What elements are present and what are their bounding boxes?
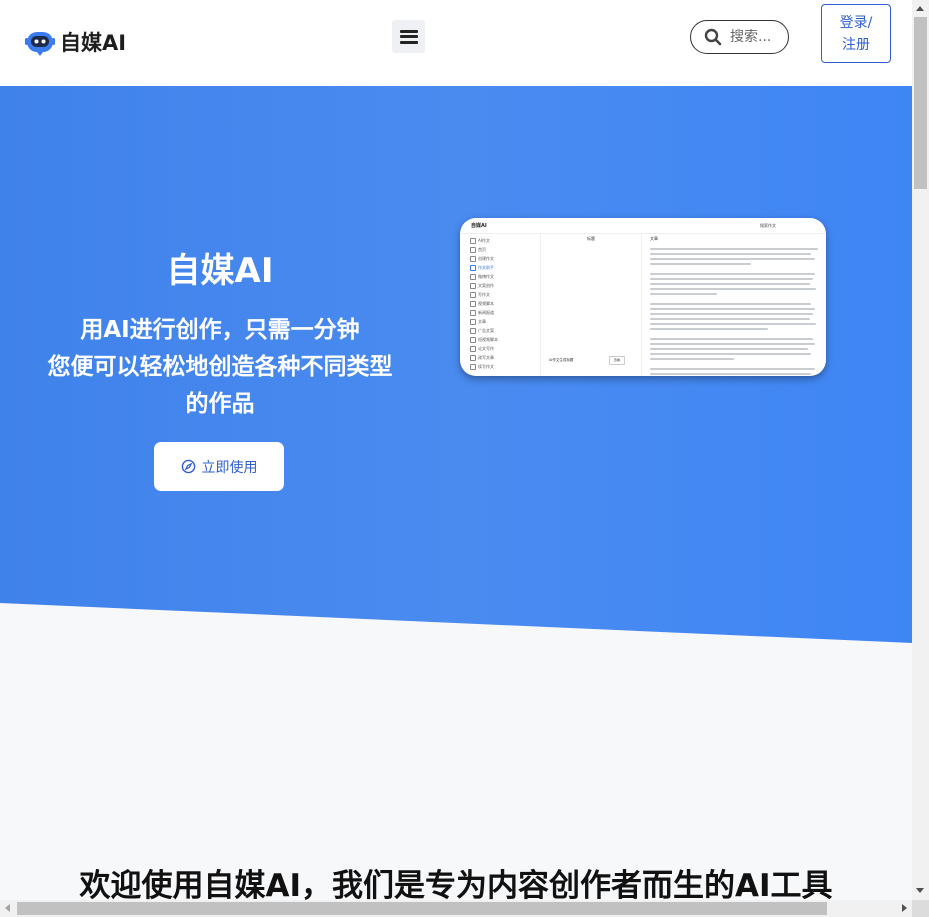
preview-text-line: [650, 328, 768, 330]
hero-diagonal-divider: [0, 603, 912, 663]
preview-text-line: [650, 293, 718, 295]
scroll-right-arrow-icon[interactable]: [902, 904, 907, 912]
vertical-scroll-thumb[interactable]: [914, 17, 927, 189]
robot-head-icon: [25, 32, 55, 56]
preview-sidebar-item: 作文助手: [468, 263, 538, 272]
preview-mid-row: AI作文生成标题: [549, 358, 574, 362]
preview-sidebar-item: 视频脚本: [468, 299, 538, 308]
site-logo[interactable]: 自媒AI: [24, 26, 126, 58]
preview-text-header: 文章: [650, 236, 658, 241]
hero-title: 自媒AI: [166, 251, 274, 291]
hamburger-menu-icon: [399, 29, 418, 44]
preview-sidebar-item: 新闻报道: [468, 308, 538, 317]
preview-sidebar-item: 创建作文: [468, 254, 538, 263]
search-input[interactable]: [730, 29, 770, 45]
login-label: 登录/: [839, 15, 873, 31]
preview-sidebar-item: 短视频脚本: [468, 335, 538, 344]
preview-search: 搜索作文: [760, 223, 776, 228]
preview-article: 文章: [650, 236, 818, 376]
preview-sidebar-item: 首页: [468, 245, 538, 254]
welcome-heading: 欢迎使用自媒AI，我们是专为内容创作者而生的AI工具: [79, 868, 833, 900]
preview-text-line: [650, 283, 810, 285]
hero-subtitle-line: 用AI进行创作，只需一分钟: [80, 317, 360, 343]
preview-text-line: [650, 273, 815, 275]
preview-text-line: [650, 323, 817, 325]
preview-sidebar-item: 文案创作: [468, 281, 538, 290]
preview-text-line: [650, 303, 812, 305]
vertical-scrollbar[interactable]: [912, 0, 929, 900]
preview-text-line: [650, 253, 812, 255]
preview-text-line: [650, 353, 812, 355]
preview-sidebar: AI作文 首页 创建作文 作文助手 微博作文 文案创作 写作文 视频脚本 新闻报道 文章 广告文案短…: [468, 236, 538, 371]
preview-text-line: [650, 258, 815, 260]
preview-mid-header: 标题: [587, 236, 595, 241]
preview-text-line: [650, 248, 818, 250]
start-now-label: 立即使用: [201, 459, 258, 476]
preview-sidebar-item: 改写文章: [468, 353, 538, 362]
preview-text-line: [650, 278, 813, 280]
scroll-left-arrow-icon[interactable]: [5, 904, 10, 912]
horizontal-scrollbar[interactable]: [0, 900, 912, 917]
hero-subtitle: 用AI进行创作，只需一分钟 您便可以轻松地创造各种不同类型 的作品: [20, 312, 420, 423]
horizontal-scroll-thumb[interactable]: [17, 902, 827, 915]
search-icon[interactable]: [704, 28, 722, 46]
preview-sidebar-item: 写作文: [468, 290, 538, 299]
preview-sidebar-item: 论文写作: [468, 344, 538, 353]
site-header: 自媒AI 登录/ 注册: [0, 0, 912, 86]
hero-subtitle-line: 您便可以轻松地创造各种不同类型: [47, 354, 393, 380]
preview-topbar: 自媒AI 搜索作文: [460, 218, 826, 234]
preview-text-line: [650, 288, 817, 290]
preview-sidebar-item: 文章: [468, 317, 538, 326]
preview-text-line: [650, 348, 808, 350]
preview-logo: 自媒AI: [471, 223, 487, 229]
logo-text: 自媒AI: [60, 31, 127, 55]
preview-sidebar-item: 广告文案: [468, 326, 538, 335]
preview-text-line: [650, 308, 815, 310]
preview-text-line: [650, 318, 810, 320]
scrollbar-corner: [912, 900, 929, 917]
scroll-down-arrow-icon[interactable]: [916, 888, 924, 893]
preview-text-line: [650, 263, 751, 265]
compass-icon: [181, 459, 195, 474]
hero-subtitle-line: 的作品: [185, 391, 255, 417]
preview-text-line: [650, 343, 815, 345]
preview-text-line: [650, 373, 812, 375]
preview-text-line: [650, 368, 815, 370]
preview-mid-button: 查看: [609, 356, 625, 365]
page-viewport: 自媒AI 登录/ 注册 自媒AI 用AI进行创作，只需一分钟 您便可以轻松地创造…: [0, 0, 912, 900]
preview-sidebar-item: 微博作文: [468, 272, 538, 281]
search-box[interactable]: [690, 20, 789, 54]
scroll-up-arrow-icon[interactable]: [916, 6, 924, 11]
preview-text-line: [650, 358, 734, 360]
register-label: 注册: [842, 37, 870, 53]
menu-toggle-button[interactable]: [392, 20, 425, 53]
preview-text-line: [650, 338, 813, 340]
app-preview-screenshot: 自媒AI 搜索作文 AI作文 首页 创建作文 作文助手 微博作文 文案创作 写作文 视频脚本新…: [460, 218, 826, 376]
preview-sidebar-item: AI作文: [468, 236, 538, 245]
preview-middle-pane: 标题 AI作文生成标题 查看: [540, 233, 642, 376]
preview-sidebar-item: 续写作文: [468, 362, 538, 371]
login-register-button[interactable]: 登录/ 注册: [821, 4, 891, 63]
preview-text-line: [650, 313, 813, 315]
start-now-button[interactable]: 立即使用: [154, 442, 284, 491]
